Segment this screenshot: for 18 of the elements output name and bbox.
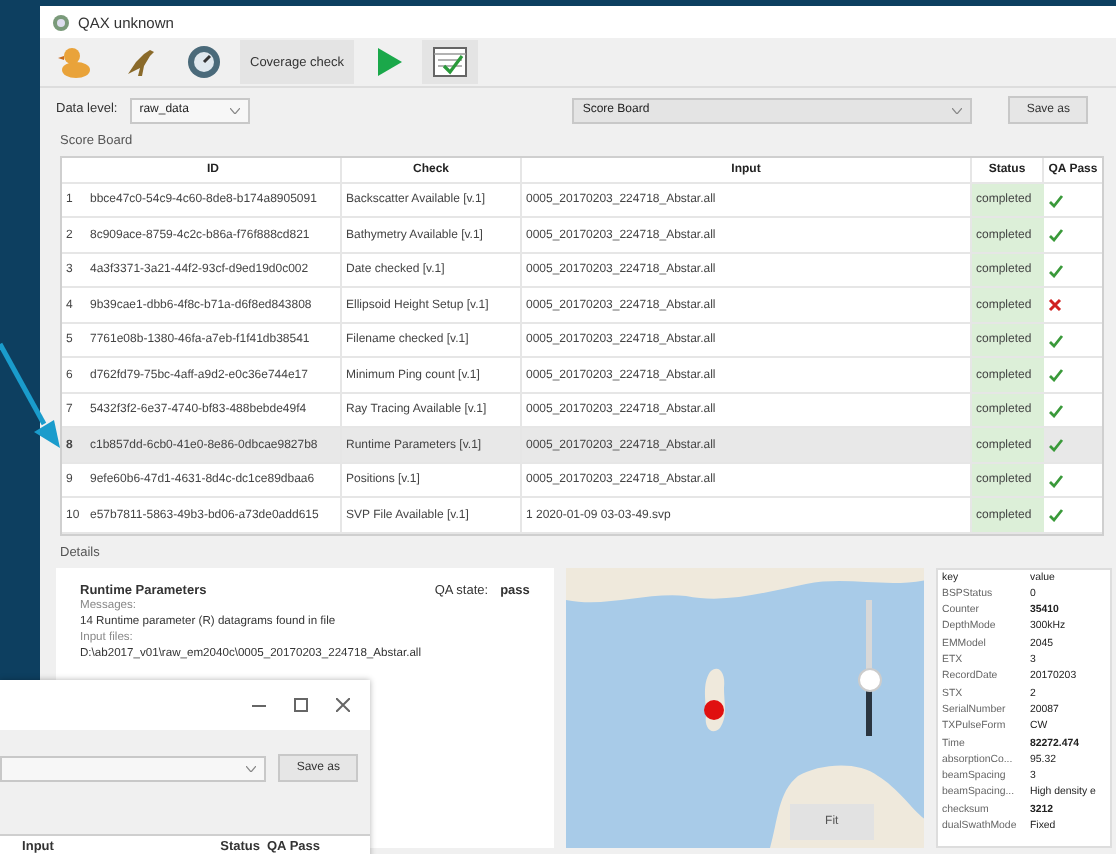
check-icon <box>1048 438 1064 453</box>
check-icon <box>1048 508 1064 523</box>
cross-icon <box>1048 298 1062 313</box>
checklist-icon[interactable] <box>421 40 478 84</box>
check-icon <box>1048 263 1064 278</box>
check-icon <box>1048 473 1064 488</box>
check-icon <box>1048 193 1064 208</box>
caret-icon <box>229 107 240 113</box>
caret-icon <box>952 107 963 113</box>
close-icon[interactable] <box>336 698 350 712</box>
maximize-icon[interactable] <box>294 698 308 712</box>
pointer-arrow <box>0 340 64 452</box>
check-icon <box>1048 333 1064 348</box>
check-icon <box>1048 228 1064 243</box>
check-icon <box>1048 368 1064 383</box>
check-icon <box>1048 403 1064 418</box>
caret-icon <box>246 765 257 771</box>
app-logo-icon <box>52 13 70 31</box>
